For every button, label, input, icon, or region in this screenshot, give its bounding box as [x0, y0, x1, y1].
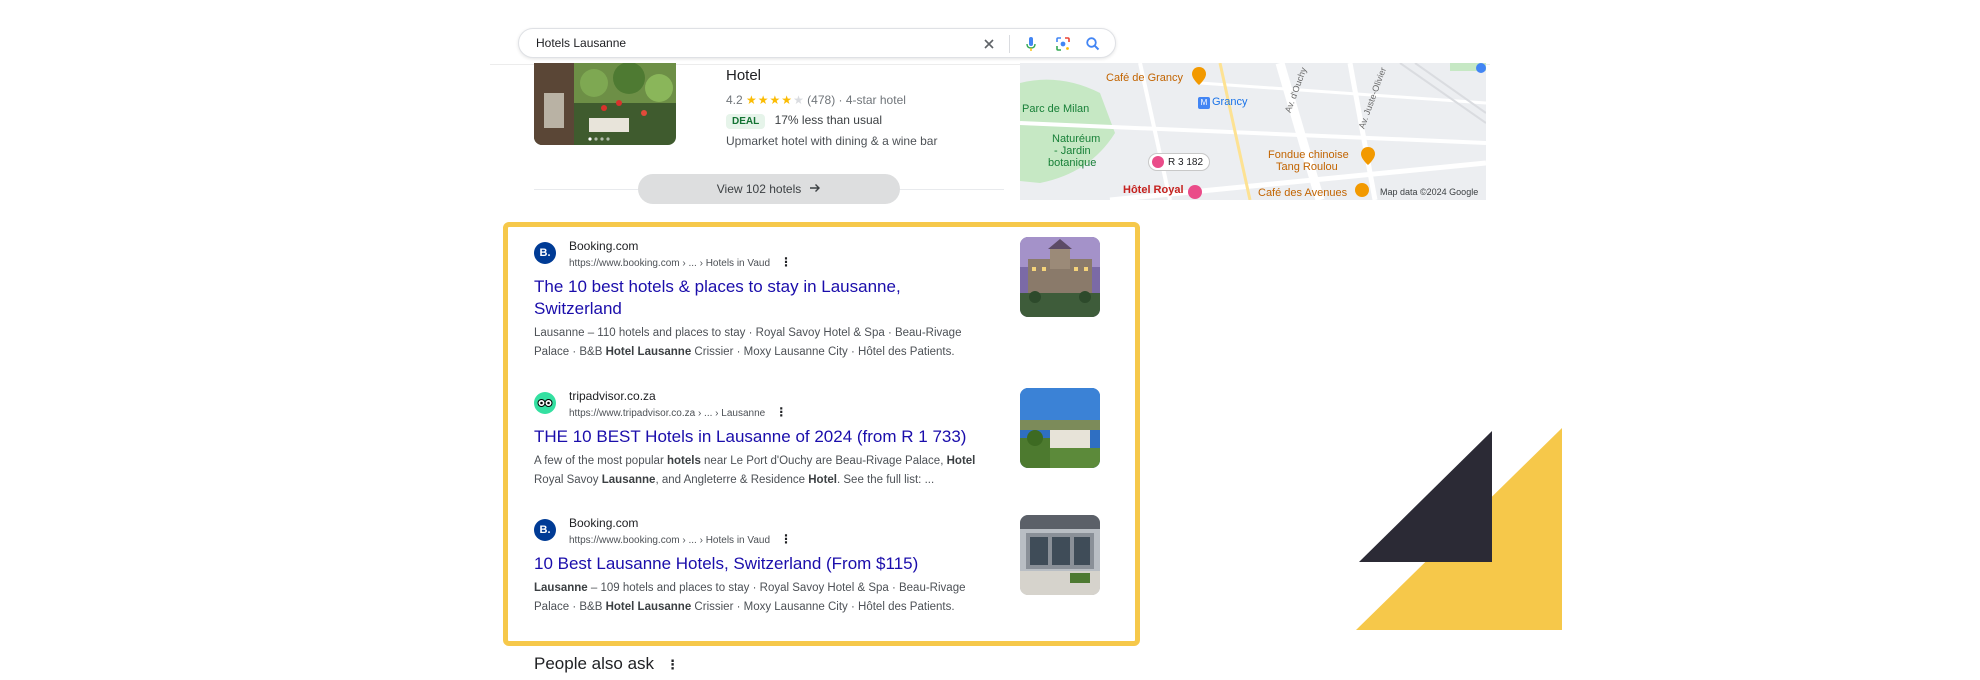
close-icon[interactable] [979, 34, 999, 54]
result-site-name[interactable]: Booking.com [569, 516, 638, 530]
review-count: (478) [807, 93, 836, 107]
hotel-photo[interactable] [534, 63, 676, 145]
microphone-icon[interactable] [1021, 34, 1041, 54]
map-label-fondue: Fondue chinoise [1268, 149, 1349, 161]
search-input[interactable]: Hotels Lausanne [536, 36, 626, 50]
price-pin-label: R 3 182 [1168, 156, 1204, 168]
arrow-right-icon [809, 182, 821, 197]
dark-triangle [1359, 431, 1492, 562]
result-url[interactable]: https://www.booking.com › ... › Hotels i… [569, 255, 792, 269]
result-url[interactable]: https://www.booking.com › ... › Hotels i… [569, 532, 792, 546]
booking-favicon-icon: B. [534, 519, 556, 541]
deal-row: DEAL 17% less than usual [726, 113, 882, 129]
hotel-bed-icon [1152, 156, 1164, 168]
map-label-cafe-avenues: Café des Avenues [1258, 187, 1348, 199]
more-options-icon[interactable]: ⋮ [775, 405, 787, 419]
result-thumbnail[interactable] [1020, 237, 1100, 317]
metro-icon: M [1198, 97, 1210, 109]
result-url[interactable]: https://www.tripadvisor.co.za › ... › La… [569, 405, 787, 419]
deal-text: 17% less than usual [774, 113, 882, 127]
lens-icon[interactable] [1053, 34, 1073, 54]
hotel-class: 4-star hotel [845, 93, 906, 107]
restaurant-pin-icon-2[interactable] [1361, 147, 1375, 165]
map-label-jardin: - Jardin [1054, 145, 1091, 157]
search-divider [1009, 35, 1010, 53]
map-label-hotel-royal: Hôtel Royal [1123, 184, 1184, 196]
deal-badge: DEAL [726, 114, 766, 129]
more-options-icon[interactable]: ⋮ [780, 532, 792, 546]
result-thumbnail[interactable] [1020, 388, 1100, 468]
restaurant-pin-icon[interactable] [1192, 67, 1206, 85]
map-label-tang-roulou: Tang Roulou [1276, 161, 1338, 173]
search-icon[interactable] [1083, 34, 1103, 54]
result-thumbnail[interactable] [1020, 515, 1100, 595]
result-snippet: Lausanne – 109 hotels and places to stay… [534, 582, 966, 613]
tripadvisor-owl-icon [534, 392, 556, 414]
decorative-triangles [1356, 428, 1562, 630]
map-label-natureum: Naturéum [1052, 133, 1101, 145]
dot-separator: · [838, 93, 843, 107]
price-pin[interactable]: R 3 182 [1148, 153, 1211, 171]
map-label-grancy: Grancy [1212, 96, 1248, 108]
result-title[interactable]: THE 10 BEST Hotels in Lausanne of 2024 (… [534, 426, 966, 448]
star-empty-icon: ★ [793, 93, 804, 107]
result-title[interactable]: 10 Best Lausanne Hotels, Switzerland (Fr… [534, 553, 918, 575]
restaurant-pin-icon-3[interactable] [1355, 183, 1369, 197]
map-label-botanique: botanique [1048, 157, 1097, 169]
more-options-icon[interactable]: ⋮ [666, 657, 679, 673]
hotel-pin-icon[interactable] [1188, 185, 1202, 199]
map-label-cafe-grancy: Café de Grancy [1106, 72, 1184, 84]
map-attribution: Map data ©2024 Google [1380, 187, 1479, 197]
result-snippet: A few of the most popular hotels near Le… [534, 455, 976, 486]
people-also-ask-heading: People also ask ⋮ [534, 654, 680, 673]
hotel-rating-row: 4.2 ★★★★★ (478) · 4-star hotel [726, 93, 906, 107]
more-options-icon[interactable]: ⋮ [780, 255, 792, 269]
search-bar[interactable]: Hotels Lausanne [518, 28, 1116, 58]
result-site-name[interactable]: Booking.com [569, 239, 638, 253]
hotel-description: Upmarket hotel with dining & a wine bar [726, 134, 938, 148]
result-title[interactable]: The 10 best hotels & places to stay in L… [534, 276, 901, 320]
view-hotels-label: View 102 hotels [716, 182, 802, 196]
rating-value: 4.2 [726, 93, 743, 107]
result-site-name[interactable]: tripadvisor.co.za [569, 389, 656, 403]
view-hotels-button[interactable]: View 102 hotels [638, 174, 900, 204]
map-label-parc-milan: Parc de Milan [1022, 103, 1090, 115]
hotels-map[interactable]: Café de Grancy M Grancy Parc de Milan Na… [1020, 63, 1486, 200]
booking-favicon-icon: B. [534, 242, 556, 264]
hotel-name[interactable]: Hotel [726, 67, 761, 84]
star-rating-icon: ★★★★ [746, 93, 794, 107]
result-snippet: Lausanne – 110 hotels and places to stay… [534, 327, 962, 358]
